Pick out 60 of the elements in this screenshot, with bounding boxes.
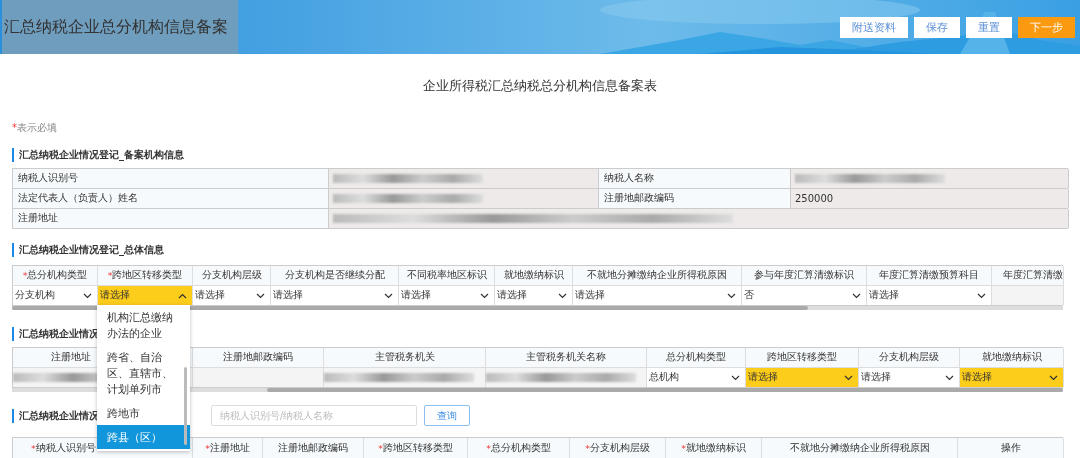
column-header: *注册地址 xyxy=(193,438,263,458)
column-header: 不就地分摊缴纳企业所得税原因 xyxy=(573,266,742,285)
column-header: 参与年度汇算清缴标识 xyxy=(742,266,867,285)
column-header: 年度汇算清缴 xyxy=(992,266,1064,285)
select-field[interactable]: 请选择 xyxy=(98,286,192,305)
chevron-down-icon xyxy=(83,292,92,299)
select-field[interactable]: 请选择 xyxy=(960,368,1063,387)
field-label: 纳税人识别号 xyxy=(13,169,329,188)
header-button[interactable]: 重置 xyxy=(966,16,1012,38)
column-header: 不同税率地区标识 xyxy=(399,266,495,285)
column-header: 分支机构是否继续分配 xyxy=(271,266,399,285)
query-button[interactable]: 查询 xyxy=(424,405,470,426)
column-header: 就地缴纳标识 xyxy=(495,266,573,285)
chevron-up-icon xyxy=(178,292,187,299)
chevron-down-icon xyxy=(731,374,740,381)
column-header: *总分机构类型 xyxy=(468,438,570,458)
column-header: 主管税务机关名称 xyxy=(486,348,647,367)
chevron-down-icon xyxy=(384,292,393,299)
column-header: 分支机构层级 xyxy=(859,348,960,367)
chevron-down-icon xyxy=(480,292,489,299)
field-label: 纳税人名称 xyxy=(599,169,791,188)
column-header: 跨地区转移类型 xyxy=(746,348,859,367)
dropdown-option[interactable]: 机构汇总缴纳办法的企业 xyxy=(97,305,190,345)
column-header: *总分机构类型 xyxy=(13,266,98,285)
column-header: 不就地分摊缴纳企业所得税原因 xyxy=(762,438,958,458)
chevron-down-icon xyxy=(558,292,567,299)
column-header: *跨地区转移类型 xyxy=(364,438,468,458)
section-heading: 汇总纳税企业情况登记_备案机构信息 xyxy=(19,148,184,162)
column-header: 总分机构类型 xyxy=(647,348,746,367)
dropdown-option[interactable]: 跨地市 xyxy=(97,401,190,425)
header-button[interactable]: 保存 xyxy=(914,16,960,38)
column-header: 注册地邮政编码 xyxy=(193,348,324,367)
column-header: 操作 xyxy=(958,438,1064,458)
section-heading: 汇总纳税企业情况登记_总体信息 xyxy=(19,243,164,257)
chevron-down-icon xyxy=(844,374,853,381)
chevron-down-icon xyxy=(977,292,986,299)
required-note: *表示必填 xyxy=(12,122,57,133)
column-header: *分支机构层级 xyxy=(570,438,666,458)
column-header: 就地缴纳标识 xyxy=(960,348,1064,367)
field-value: 250000 xyxy=(791,189,1069,208)
chevron-down-icon xyxy=(852,292,861,299)
header-button[interactable]: 附送资料 xyxy=(840,16,908,38)
chevron-down-icon xyxy=(945,374,954,381)
column-header: 注册地邮政编码 xyxy=(263,438,364,458)
scrollbar[interactable] xyxy=(184,367,187,445)
column-header: 分支机构层级 xyxy=(193,266,271,285)
select-field[interactable]: 请选择 xyxy=(746,368,858,387)
field-label: 注册地址 xyxy=(13,209,329,228)
chevron-down-icon xyxy=(1049,374,1058,381)
column-header: *跨地区转移类型 xyxy=(98,266,193,285)
chevron-down-icon xyxy=(256,292,265,299)
field-label: 注册地邮政编码 xyxy=(599,189,791,208)
form-title: 企业所得税汇总纳税总分机构信息备案表 xyxy=(423,78,657,93)
column-header: *就地缴纳标识 xyxy=(666,438,762,458)
column-header: 主管税务机关 xyxy=(324,348,486,367)
page-title: 汇总纳税企业总分机构信息备案 xyxy=(0,0,238,54)
chevron-down-icon xyxy=(727,292,736,299)
field-label: 法定代表人（负责人）姓名 xyxy=(13,189,329,208)
scrollbar[interactable] xyxy=(12,306,1063,310)
column-header: 年度汇算清缴预算科目 xyxy=(867,266,992,285)
